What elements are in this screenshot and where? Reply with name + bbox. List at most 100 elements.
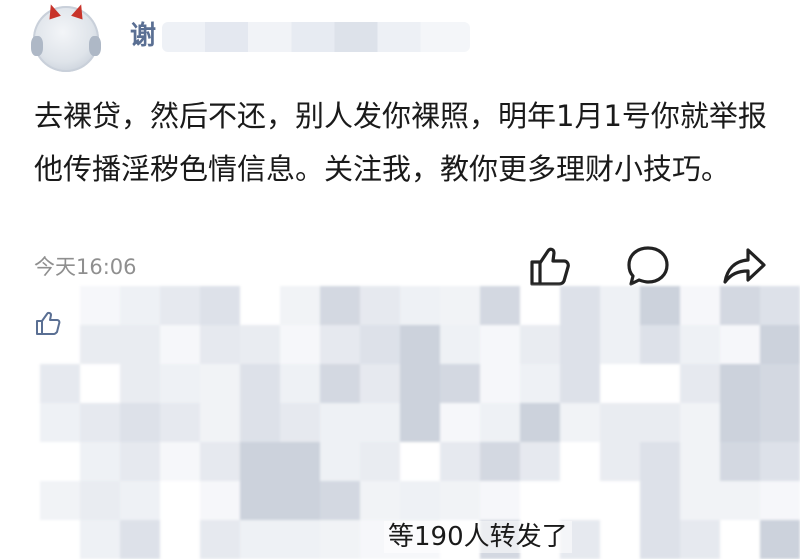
- mosaic-block: [640, 403, 680, 442]
- mosaic-block: [560, 325, 600, 364]
- mosaic-block: [80, 325, 120, 364]
- mosaic-block: [400, 286, 440, 325]
- mosaic-block: [680, 403, 720, 442]
- mosaic-block: [320, 481, 360, 520]
- mosaic-block: [400, 403, 440, 442]
- mosaic-block: [0, 403, 40, 442]
- mosaic-block: [600, 286, 640, 325]
- mosaic-block: [440, 286, 480, 325]
- mosaic-block: [680, 481, 720, 520]
- mosaic-block: [480, 442, 520, 481]
- mosaic-block: [720, 481, 760, 520]
- mosaic-block: [160, 442, 200, 481]
- mosaic-block: [40, 520, 80, 559]
- mosaic-block: [440, 403, 480, 442]
- avatar-ear-left: [31, 36, 43, 56]
- mosaic-block: [160, 364, 200, 403]
- mosaic-block: [160, 325, 200, 364]
- mosaic-block: [240, 403, 280, 442]
- mosaic-block: [680, 364, 720, 403]
- mosaic-block: [80, 364, 120, 403]
- post-timestamp: 今天16:06: [34, 255, 137, 279]
- mosaic-block: [40, 481, 80, 520]
- mosaic-block: [120, 403, 160, 442]
- mosaic-block: [640, 364, 680, 403]
- mosaic-block: [200, 325, 240, 364]
- mosaic-block: [480, 364, 520, 403]
- mosaic-block: [120, 286, 160, 325]
- redacted-comments-mosaic: [0, 286, 800, 559]
- mosaic-block: [360, 364, 400, 403]
- mosaic-block: [360, 442, 400, 481]
- mosaic-block: [600, 520, 640, 559]
- avatar-horn-right: [71, 2, 87, 20]
- mosaic-block: [480, 325, 520, 364]
- share-button[interactable]: [718, 240, 770, 292]
- mosaic-block: [280, 325, 320, 364]
- mosaic-block: [360, 403, 400, 442]
- mosaic-block: [320, 325, 360, 364]
- avatar-ear-right: [89, 36, 101, 56]
- mosaic-block: [280, 442, 320, 481]
- mosaic-block: [720, 442, 760, 481]
- mosaic-block: [280, 403, 320, 442]
- mosaic-block: [520, 325, 560, 364]
- speech-bubble-icon: [627, 246, 669, 286]
- mosaic-block: [360, 325, 400, 364]
- mosaic-block: [0, 520, 40, 559]
- mosaic-block: [240, 364, 280, 403]
- mosaic-block: [640, 325, 680, 364]
- mosaic-block: [40, 403, 80, 442]
- mosaic-block: [200, 520, 240, 559]
- share-arrow-icon: [723, 248, 766, 284]
- thumbs-up-icon: [36, 311, 61, 335]
- mosaic-block: [600, 442, 640, 481]
- comment-button[interactable]: [622, 240, 674, 292]
- mosaic-block: [480, 481, 520, 520]
- mosaic-block: [0, 442, 40, 481]
- mosaic-block: [80, 286, 120, 325]
- mosaic-block: [280, 286, 320, 325]
- mosaic-block: [760, 325, 800, 364]
- mosaic-block: [360, 286, 400, 325]
- mosaic-block: [120, 364, 160, 403]
- mosaic-block: [600, 403, 640, 442]
- mosaic-block: [560, 442, 600, 481]
- mosaic-block: [240, 442, 280, 481]
- mosaic-block: [520, 364, 560, 403]
- user-avatar[interactable]: [31, 2, 101, 72]
- mosaic-block: [640, 481, 680, 520]
- like-button[interactable]: [524, 240, 576, 292]
- mosaic-block: [160, 286, 200, 325]
- mosaic-block: [320, 520, 360, 559]
- mosaic-block: [400, 481, 440, 520]
- mosaic-block: [80, 481, 120, 520]
- mosaic-block: [440, 442, 480, 481]
- mosaic-block: [320, 403, 360, 442]
- mosaic-block: [680, 442, 720, 481]
- mosaic-block: [720, 520, 760, 559]
- mosaic-block: [720, 403, 760, 442]
- mosaic-block: [760, 442, 800, 481]
- mosaic-block: [720, 364, 760, 403]
- mosaic-block: [200, 403, 240, 442]
- mosaic-block: [120, 520, 160, 559]
- mosaic-block: [320, 442, 360, 481]
- mosaic-block: [80, 403, 120, 442]
- repost-summary[interactable]: 等190人转发了: [384, 521, 572, 553]
- mosaic-block: [640, 520, 680, 559]
- mosaic-block: [0, 481, 40, 520]
- mosaic-block: [520, 481, 560, 520]
- mosaic-block: [480, 403, 520, 442]
- mosaic-block: [160, 520, 200, 559]
- mosaic-block: [200, 364, 240, 403]
- mosaic-block: [760, 403, 800, 442]
- mosaic-block: [280, 364, 320, 403]
- mosaic-block: [240, 520, 280, 559]
- author-name[interactable]: 谢: [130, 18, 156, 54]
- mosaic-block: [520, 442, 560, 481]
- mosaic-block: [760, 520, 800, 559]
- thumbs-up-icon: [530, 247, 570, 286]
- mosaic-block: [280, 481, 320, 520]
- mosaic-block: [560, 364, 600, 403]
